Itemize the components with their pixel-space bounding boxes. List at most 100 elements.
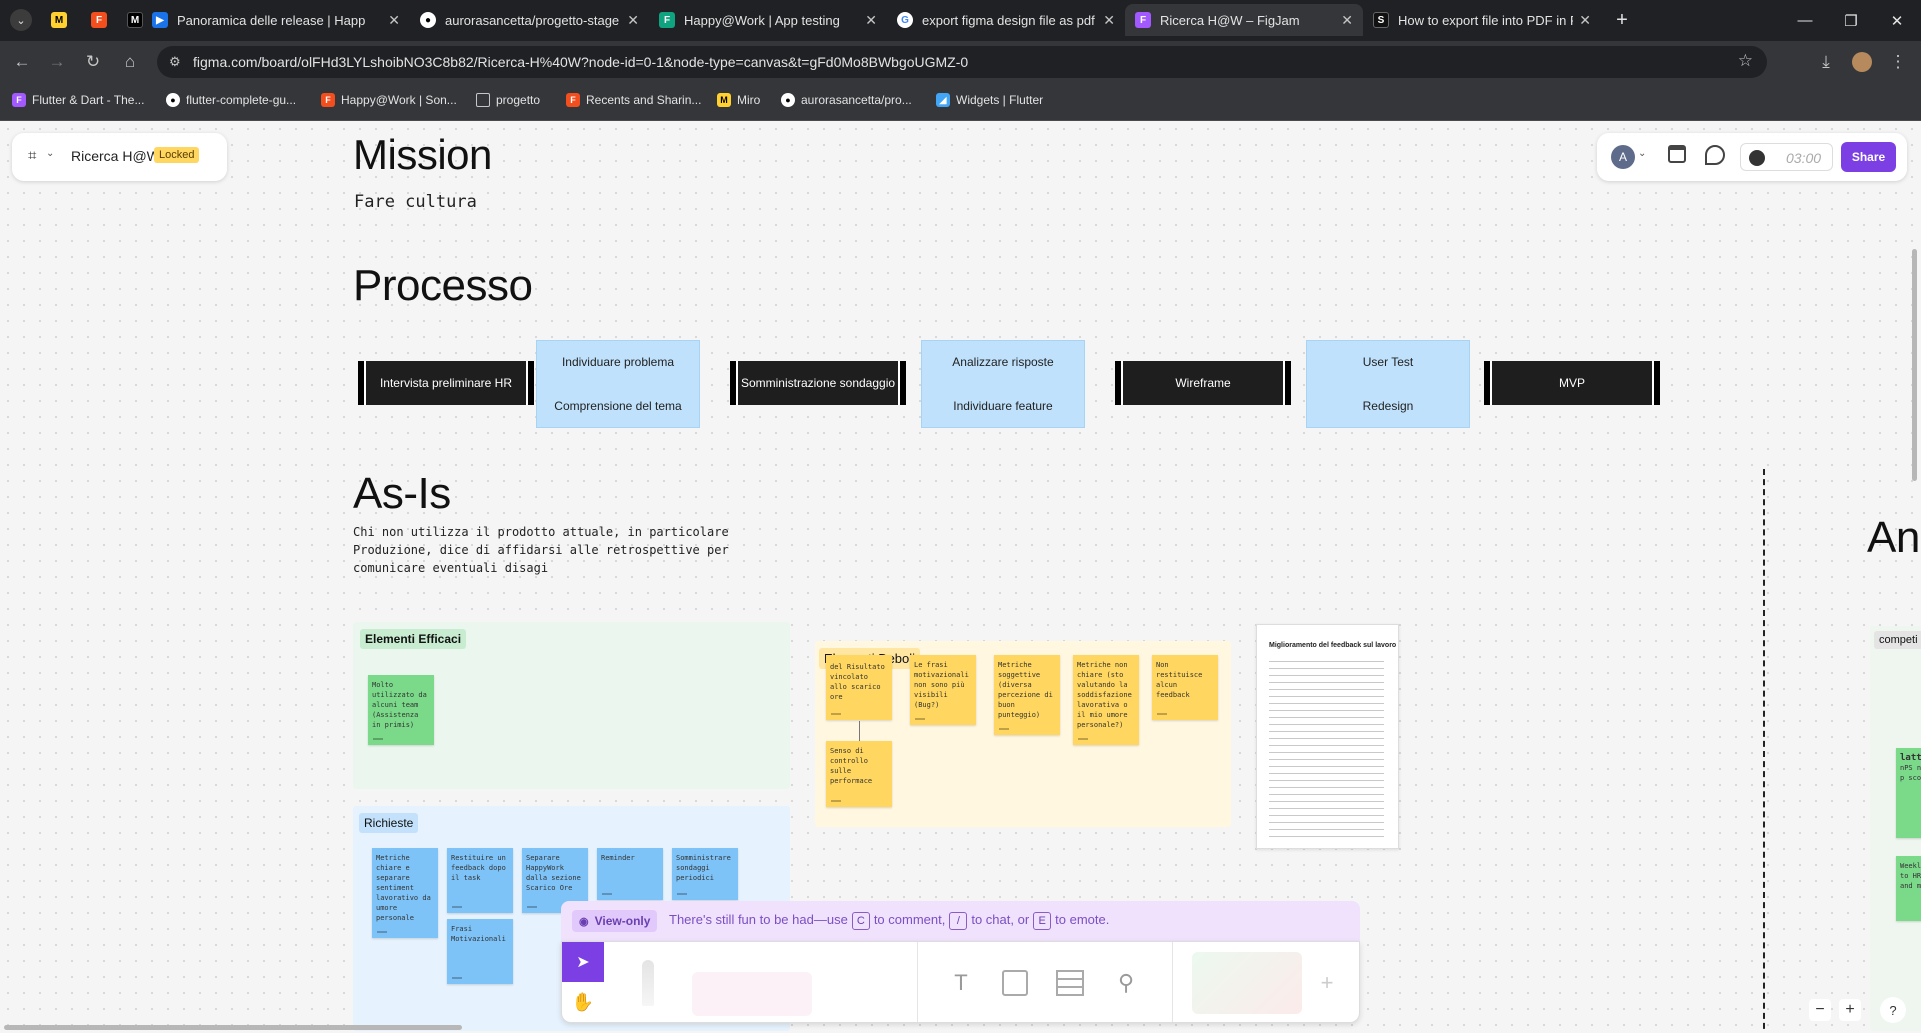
plus-icon: + (1616, 8, 1628, 31)
bookmark-item[interactable]: ● flutter-complete-gu... (166, 93, 296, 107)
sticky-note[interactable]: lattinPS net p score (1896, 748, 1921, 838)
comment-icon[interactable] (1705, 145, 1725, 165)
bookmark-item[interactable]: progetto (476, 93, 540, 107)
process-step[interactable]: Somministrazione sondaggio (730, 361, 906, 405)
close-icon[interactable]: ✕ (1103, 12, 1115, 29)
bookmark-item[interactable]: F Recents and Sharin... (566, 93, 701, 107)
hand-tool-button[interactable]: ✋ (562, 982, 604, 1022)
tab-google[interactable]: Gexport figma design file as pdf ✕ (887, 4, 1125, 36)
zoom-out-button[interactable]: − (1809, 999, 1831, 1021)
sticky-note[interactable]: Restituire un feedback dopo il task (447, 848, 513, 913)
tab-figjam-active[interactable]: F Ricerca H@W – FigJam ✕ (1125, 4, 1363, 36)
back-button[interactable]: ← (10, 50, 34, 74)
process-group-label: Comprensione del tema (554, 399, 682, 413)
section-competitors-partial[interactable]: competi lattinPS net p score Weekl to HR… (1870, 626, 1921, 1031)
sticky-text: Metriche chiare e separare sentiment lav… (376, 854, 431, 922)
bookmark-label: progetto (496, 93, 541, 107)
sticky-note[interactable]: Weekl to HR and m (1896, 856, 1921, 921)
process-group[interactable]: Analizzare risposte Individuare feature (921, 340, 1085, 428)
miro-icon: M (717, 93, 731, 107)
tab-label: Panoramica delle release | Happ (177, 12, 366, 28)
restore-button[interactable]: ❐ (1828, 0, 1874, 41)
sticky-note[interactable]: Molto utilizzato da alcuni team (Assiste… (368, 675, 434, 745)
close-icon[interactable]: ✕ (865, 12, 877, 29)
sticky-note[interactable]: Frasi Motivazionali (447, 919, 513, 984)
zoom-in-button[interactable]: + (1839, 999, 1861, 1021)
home-button[interactable]: ⌂ (118, 50, 142, 74)
address-bar-row: ← → ↻ ⌂ ⚙ figma.com/board/olFHd3LYLshoib… (0, 41, 1921, 83)
reload-button[interactable]: ↻ (81, 50, 105, 74)
file-name[interactable]: Ricerca H@W (71, 148, 160, 164)
process-group-label: Individuare problema (561, 355, 675, 369)
marker-tool (642, 960, 654, 1006)
help-button[interactable]: ? (1880, 997, 1906, 1023)
process-step[interactable]: Wireframe (1115, 361, 1291, 405)
downloads-button[interactable]: ⤓ (1814, 50, 1838, 74)
menu-button[interactable]: ⋮ (1886, 50, 1910, 74)
forward-button[interactable]: → (45, 50, 69, 74)
url-field[interactable]: ⚙ figma.com/board/olFHd3LYLshoibNO3C8b82… (157, 46, 1767, 78)
right-section-title: An (1867, 513, 1920, 562)
tab-label: Happy@Work | App testing (684, 12, 840, 28)
process-group[interactable]: User Test Redesign (1306, 340, 1470, 428)
process-group[interactable]: Individuare problema Comprensione del te… (536, 340, 700, 428)
layout-icon[interactable] (1668, 145, 1686, 163)
figjam-menu-icon[interactable]: ⌗ (28, 147, 36, 164)
vertical-scrollbar[interactable] (1912, 249, 1917, 481)
chevron-down-icon[interactable]: ⌄ (1638, 148, 1646, 159)
tab-happywork[interactable]: F Happy@Work | App testing ✕ (649, 4, 887, 36)
select-tool-button[interactable]: ➤ (562, 942, 604, 982)
new-tab-button[interactable]: + (1601, 4, 1643, 36)
tab-panoramica[interactable]: ▶ Panoramica delle release | Happ ✕ (142, 4, 410, 36)
horizontal-scrollbar[interactable] (4, 1025, 462, 1030)
chevron-down-icon: ⌄ (10, 9, 32, 31)
process-step[interactable]: MVP (1484, 361, 1660, 405)
close-icon[interactable]: ✕ (388, 12, 400, 29)
figjam-canvas[interactable]: Mission Fare cultura Processo Intervista… (0, 121, 1921, 1033)
star-icon[interactable]: ☆ (1738, 51, 1753, 71)
close-icon[interactable]: ✕ (627, 12, 639, 29)
sticky-note[interactable]: Reminder (597, 848, 663, 900)
sticky-text: Non restituisce alcun feedback (1156, 661, 1203, 699)
bookmark-item[interactable]: F Flutter & Dart - The... (12, 93, 144, 107)
tab-label: Ricerca H@W – FigJam (1160, 12, 1300, 28)
process-step[interactable]: Intervista preliminare HR (358, 361, 534, 405)
sticky-note[interactable]: Le frasi motivazionali non sono più visi… (910, 655, 976, 725)
share-button[interactable]: Share (1841, 142, 1896, 172)
sticky-note[interactable]: Somministrare sondaggi periodici (672, 848, 738, 900)
section-elementi-deboli[interactable]: Elementi Deboli del Risultato vincolato … (815, 641, 1231, 827)
avatar[interactable]: A (1611, 145, 1635, 169)
figma-icon: F (566, 93, 580, 107)
sticky-note[interactable]: del Risultato vincolato allo scarico ore (826, 655, 892, 720)
sticky-note[interactable]: Metriche non chiare (sto valutando la so… (1073, 655, 1139, 745)
file-menu-pill[interactable]: ⌗ ⌄ Ricerca H@W Locked (12, 133, 227, 181)
tab-github[interactable]: ● aurorasancetta/progetto-stage ✕ (410, 4, 649, 36)
sticky-note[interactable]: Metriche soggettive (diversa percezione … (994, 655, 1060, 735)
github-icon: ● (420, 12, 436, 28)
section-label: Richieste (359, 813, 419, 833)
sticky-note[interactable]: Non restituisce alcun feedback (1152, 655, 1218, 720)
sticky-text: latti (1900, 753, 1921, 763)
section-elementi-efficaci[interactable]: Elementi Efficaci Molto utilizzato da al… (353, 622, 790, 789)
processo-title: Processo (353, 261, 533, 310)
close-icon[interactable]: ✕ (1579, 12, 1591, 29)
azure-devops-icon: ▶ (152, 12, 168, 28)
bookmark-item[interactable]: ● aurorasancetta/pro... (781, 93, 912, 107)
bookmark-label: Flutter & Dart - The... (32, 93, 145, 107)
process-step-label: Intervista preliminare HR (379, 376, 513, 390)
timer-widget[interactable]: 03:00 (1740, 143, 1833, 171)
profile-button[interactable] (1850, 50, 1874, 74)
close-icon[interactable]: ✕ (1341, 12, 1353, 29)
sticky-note[interactable]: Metriche chiare e separare sentiment lav… (372, 848, 438, 938)
minimize-button[interactable]: — (1782, 0, 1828, 41)
tab-search-button[interactable]: ⌄ (0, 4, 42, 36)
bookmark-item[interactable]: M Miro (717, 93, 760, 107)
tab-export-pdf[interactable]: S How to export file into PDF in F ✕ (1363, 4, 1601, 36)
pinned-tab-miro[interactable]: M (38, 4, 80, 36)
close-window-button[interactable]: ✕ (1874, 0, 1920, 41)
document-card[interactable]: Miglioramento del feedback sul lavoro (1256, 624, 1399, 849)
site-info-icon[interactable]: ⚙ (169, 54, 181, 70)
bookmark-item[interactable]: ◢ Widgets | Flutter (936, 93, 1043, 107)
sticky-note[interactable]: Senso di controllo sulle performace (826, 741, 892, 807)
bookmark-item[interactable]: F Happy@Work | Son... (321, 93, 457, 107)
